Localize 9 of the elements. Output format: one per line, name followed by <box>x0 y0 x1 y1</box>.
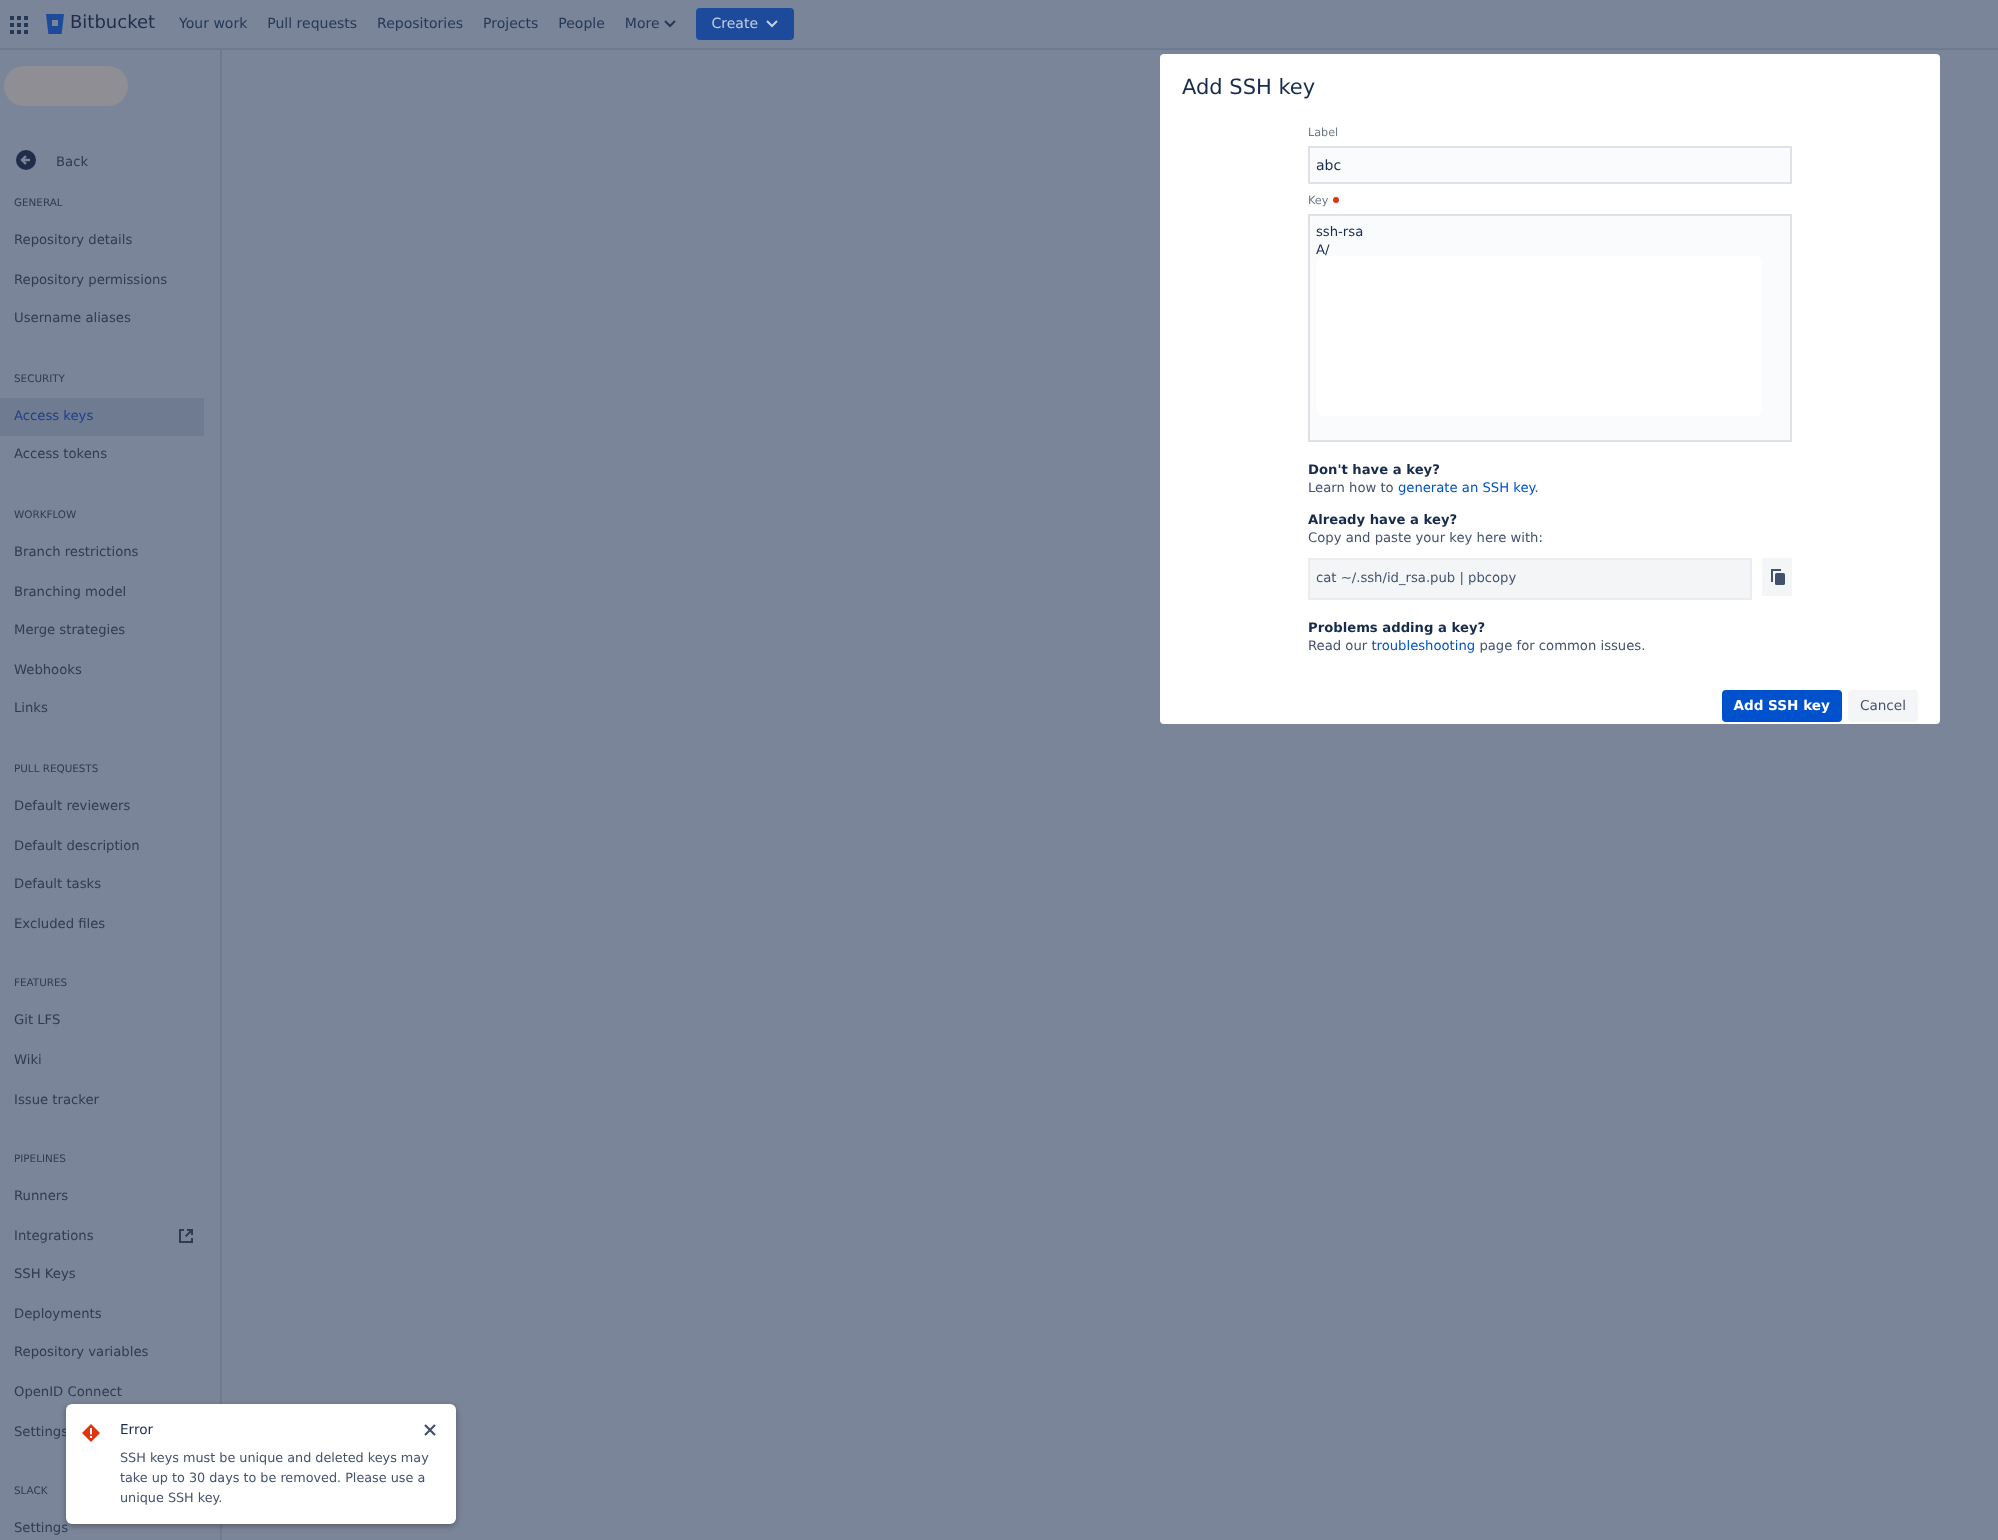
copy-button[interactable] <box>1762 558 1792 596</box>
error-icon <box>82 1424 100 1442</box>
caret-icon <box>766 20 779 28</box>
close-icon[interactable] <box>424 1424 436 1436</box>
copy-icon <box>1769 568 1785 586</box>
app-switcher-icon[interactable] <box>10 15 28 33</box>
dialog-title: Add SSH key <box>1180 74 1318 104</box>
product-name[interactable]: Bitbucket <box>70 14 156 34</box>
caret-icon <box>663 20 676 28</box>
